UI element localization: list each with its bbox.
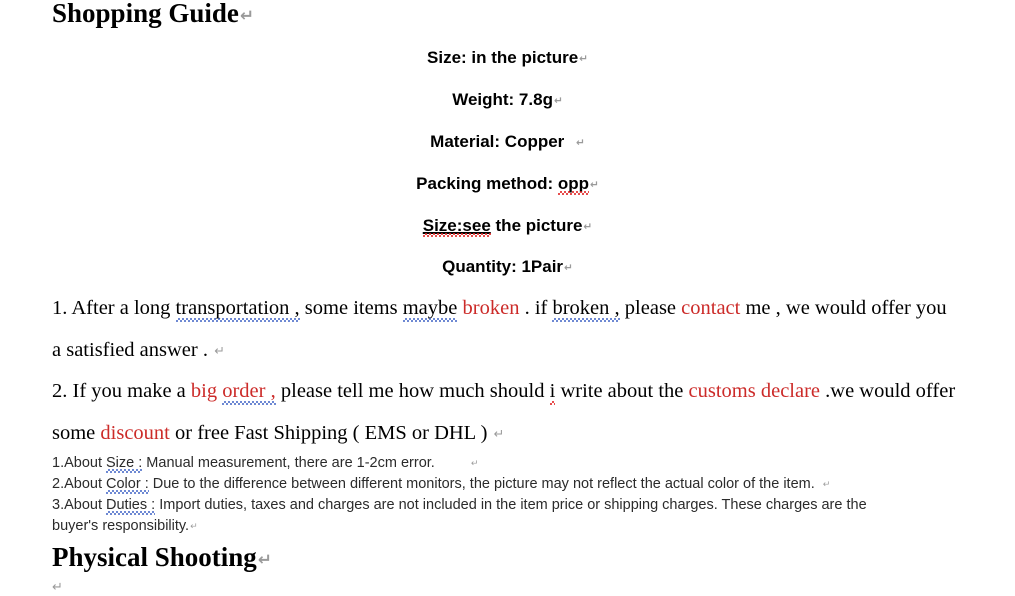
spec-material: Material: Copper ↵ <box>0 133 1015 150</box>
p1-grammar-broken: broken , <box>552 297 620 321</box>
p1-seg-7: . if <box>519 297 553 319</box>
note-1-term: Size : <box>106 455 143 472</box>
return-mark-icon: ↵ <box>190 522 198 533</box>
p2-line2-seg-1: some <box>52 422 101 444</box>
note-1-index: 1.About <box>52 455 107 471</box>
spec-weight-text: Weight: 7.8g <box>452 90 553 109</box>
spec-weight: Weight: 7.8g↵ <box>0 91 1015 108</box>
p1-seg-11: me , we would offer you <box>740 297 947 319</box>
spec-material-text: Material: Copper <box>430 132 570 151</box>
spec-packing-label: Packing method: <box>416 174 558 193</box>
return-mark-icon: ↵ <box>583 221 593 234</box>
p1-highlight-broken: broken <box>462 297 520 319</box>
p1-seg-3: some items <box>299 297 403 319</box>
note-3-term: Duties : <box>106 497 156 514</box>
spec-size-see: Size:see the picture↵ <box>0 216 1015 237</box>
paragraph-2-line-1: 2. If you make a big order , please tell… <box>52 380 956 404</box>
return-mark-icon: ↵ <box>214 342 225 358</box>
return-mark-icon: ↵ <box>564 262 573 275</box>
page-title: Shopping Guide↵ <box>52 0 254 27</box>
note-3-text: Import duties, taxes and charges are not… <box>155 497 867 513</box>
p1-grammar-transportation: transportation , <box>175 297 300 321</box>
p2-seg-4: please tell me how much should <box>275 380 550 402</box>
return-mark-icon: ↵ <box>470 459 479 470</box>
return-mark-icon: ↵ <box>52 580 63 595</box>
note-2-term: Color : <box>106 476 149 493</box>
note-3-wrap-text: buyer's responsibility. <box>52 518 190 534</box>
return-mark-icon: ↵ <box>579 53 588 66</box>
page-title-text: Shopping Guide <box>52 0 239 28</box>
p2-line2-seg-3: or free Fast Shipping ( EMS or DHL ) <box>169 422 493 444</box>
p2-highlight-discount: discount <box>100 422 170 444</box>
spec-quantity: Quantity: 1Pair↵ <box>0 258 1015 275</box>
p2-seg-8: .we would offer <box>820 380 956 402</box>
note-3-index: 3.About <box>52 497 107 513</box>
return-mark-icon: ↵ <box>822 480 831 491</box>
paragraph-1-line-2: a satisfied answer . ↵ <box>52 340 225 361</box>
return-mark-icon: ↵ <box>553 95 563 108</box>
spec-size-see-term: Size:see <box>422 216 491 237</box>
p2-highlight-order: order , <box>222 380 276 404</box>
note-1-text: Manual measurement, there are 1-2cm erro… <box>142 455 435 471</box>
p1-line2-text: a satisfied answer . <box>52 339 214 361</box>
p2-seg-6: write about the <box>555 380 689 402</box>
spec-packing-value: opp <box>557 174 590 195</box>
p1-seg-9: please <box>619 297 682 319</box>
section-heading-physical-shooting: Physical Shooting↵ <box>52 544 272 571</box>
spec-size: Size: in the picture↵ <box>0 49 1015 66</box>
p1-highlight-contact: contact <box>681 297 741 319</box>
return-mark-icon: ↵ <box>239 4 254 25</box>
spec-size-text: Size: in the picture <box>427 48 579 67</box>
return-mark-icon: ↵ <box>257 548 272 569</box>
paragraph-1-line-1: 1. After a long transportation , some it… <box>52 297 947 321</box>
paragraph-2-line-2: some discount or free Fast Shipping ( EM… <box>52 423 504 444</box>
return-mark-icon: ↵ <box>493 425 505 441</box>
note-item-color: 2.About Color : Due to the difference be… <box>52 476 831 493</box>
return-mark-icon: ↵ <box>576 137 585 150</box>
p1-seg-1: 1. After a long <box>52 297 176 319</box>
section-heading-text: Physical Shooting <box>52 542 257 572</box>
p2-seg-1: 2. If you make a <box>52 380 191 402</box>
p2-spell-i: i <box>549 380 556 404</box>
note-2-index: 2.About <box>52 476 107 492</box>
spec-packing-method: Packing method: opp↵ <box>0 174 1015 195</box>
p1-grammar-maybe: maybe <box>402 297 458 321</box>
spec-quantity-text: Quantity: 1Pair <box>442 257 564 276</box>
note-item-duties-wrap: buyer's responsibility.↵ <box>52 519 198 534</box>
note-item-duties: 3.About Duties : Import duties, taxes an… <box>52 497 867 514</box>
note-2-text: Due to the difference between different … <box>148 476 819 492</box>
return-mark-icon: ↵ <box>590 179 599 192</box>
p2-highlight-customs-declare: customs declare <box>688 380 821 402</box>
trailing-empty-paragraph: ↵ <box>52 578 63 596</box>
spec-size-see-rest: the picture <box>490 216 583 235</box>
p2-highlight-big: big <box>190 380 223 402</box>
document-page: Shopping Guide↵ Size: in the picture↵ We… <box>0 0 1015 595</box>
note-item-size: 1.About Size : Manual measurement, there… <box>52 455 479 472</box>
